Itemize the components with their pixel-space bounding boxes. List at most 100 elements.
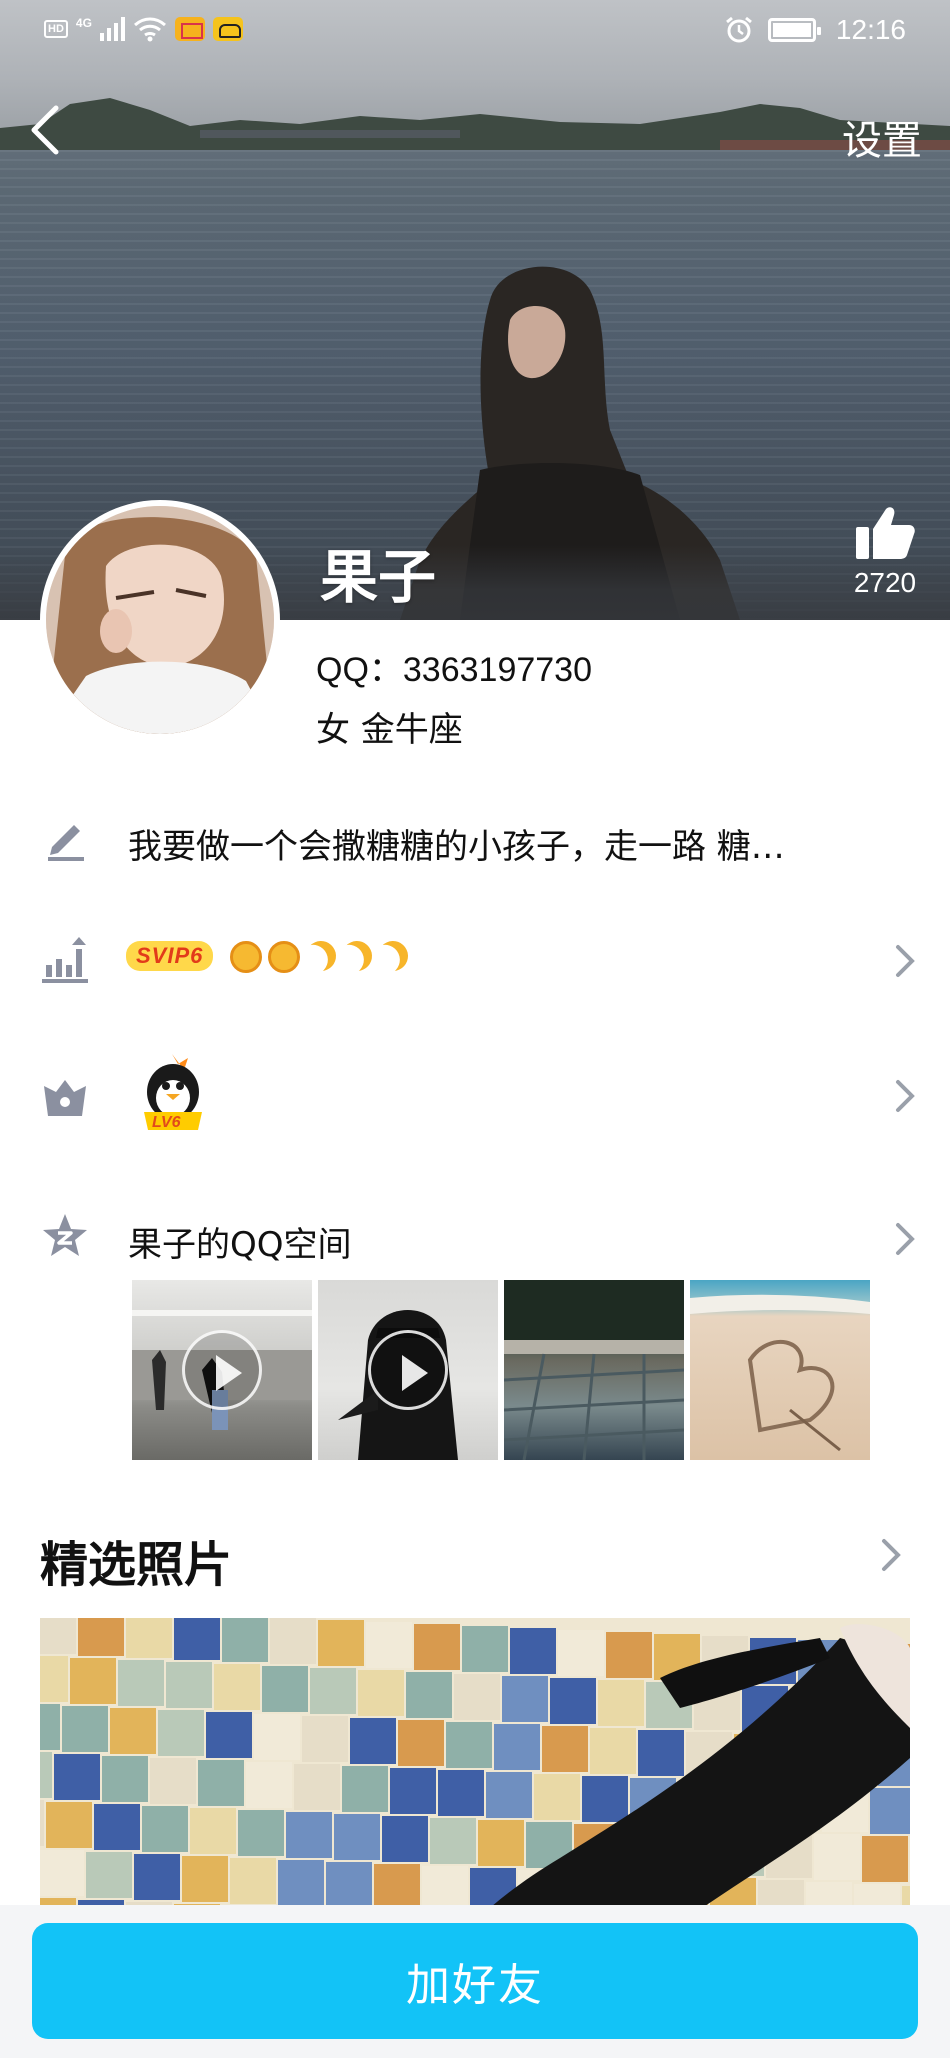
tile	[198, 1760, 244, 1806]
chevron-right-icon	[882, 1539, 901, 1571]
tile	[494, 1724, 540, 1770]
sun-icon	[268, 941, 300, 973]
tile	[550, 1678, 596, 1724]
tile	[430, 1818, 476, 1864]
tile	[190, 1808, 236, 1854]
tile	[222, 1618, 268, 1662]
add-friend-button[interactable]: 加好友	[32, 1923, 918, 2039]
hd-icon: HD	[44, 20, 68, 38]
chevron-right-icon	[896, 1223, 915, 1255]
tile	[94, 1804, 140, 1850]
tile	[438, 1770, 484, 1816]
growth-icon	[42, 937, 88, 983]
avatar[interactable]	[40, 500, 280, 740]
play-icon[interactable]	[182, 1330, 262, 1410]
tile	[86, 1852, 132, 1898]
tile	[870, 1788, 910, 1834]
back-button[interactable]	[22, 100, 72, 160]
tile	[478, 1820, 524, 1866]
tile	[862, 1836, 908, 1882]
tile	[318, 1620, 364, 1666]
tile	[150, 1758, 196, 1804]
tile	[166, 1662, 212, 1708]
tile	[334, 1814, 380, 1860]
battery-icon	[767, 18, 821, 42]
play-icon[interactable]	[368, 1330, 448, 1410]
tile	[238, 1810, 284, 1856]
tile	[102, 1756, 148, 1802]
tile	[182, 1856, 228, 1902]
settings-button[interactable]: 设置	[842, 108, 922, 166]
tile	[40, 1800, 44, 1846]
beach-heart-photo	[690, 1294, 870, 1452]
signature-row[interactable]: 我要做一个会撒糖糖的小孩子，走一路 糖…	[0, 805, 950, 875]
chevron-left-icon	[31, 105, 59, 155]
tile	[78, 1618, 124, 1656]
qzone-thumb-video[interactable]	[132, 1280, 312, 1460]
qzone-row[interactable]: 果子的QQ空间	[0, 1205, 950, 1275]
chevron-right-icon	[896, 1080, 915, 1112]
signature-text: 我要做一个会撒糖糖的小孩子，走一路 糖…	[128, 827, 785, 867]
tile	[54, 1754, 100, 1800]
like-button[interactable]: 2720	[850, 505, 920, 599]
tile	[406, 1672, 452, 1718]
tile	[310, 1668, 356, 1714]
tile	[118, 1660, 164, 1706]
tile	[286, 1812, 332, 1858]
signal-icon	[99, 17, 125, 41]
edit-icon	[48, 825, 84, 861]
tile	[62, 1706, 108, 1752]
qzone-thumb-video[interactable]	[318, 1280, 498, 1460]
wifi-icon	[133, 17, 166, 42]
qzone-thumb-photo[interactable]	[690, 1280, 870, 1460]
status-left: HD 4G	[44, 16, 243, 42]
tile	[374, 1864, 420, 1910]
level-row[interactable]: LV6	[0, 1040, 950, 1150]
qzone-thumbnails	[132, 1280, 870, 1460]
tile	[350, 1718, 396, 1764]
chevron-right-icon	[896, 945, 915, 977]
level-icons	[230, 941, 408, 973]
tile	[40, 1850, 84, 1896]
tile	[40, 1752, 52, 1798]
tile	[40, 1704, 60, 1750]
qzone-thumb-photo[interactable]	[504, 1280, 684, 1460]
tile	[590, 1728, 636, 1774]
cover-hills	[0, 98, 950, 150]
tile	[342, 1766, 388, 1812]
tile	[398, 1720, 444, 1766]
tile	[454, 1674, 500, 1720]
tile	[174, 1618, 220, 1660]
network-type: 4G	[75, 16, 92, 30]
tile	[254, 1714, 300, 1760]
tile	[582, 1776, 628, 1822]
tile	[534, 1774, 580, 1820]
tile	[542, 1726, 588, 1772]
qq-number: QQ：3363197730	[316, 651, 592, 689]
alarm-icon	[725, 16, 752, 43]
tile	[510, 1628, 556, 1674]
tile	[278, 1860, 324, 1906]
tile	[366, 1622, 412, 1668]
moon-icon	[301, 936, 341, 976]
tile	[462, 1626, 508, 1672]
qzone-star-icon	[43, 1214, 87, 1256]
featured-photos-title: 精选照片	[40, 1537, 233, 1593]
tile	[262, 1666, 308, 1712]
vip-row[interactable]: SVIP6	[0, 925, 950, 995]
tile	[446, 1722, 492, 1768]
tile	[40, 1618, 76, 1654]
tile	[246, 1762, 292, 1808]
tile	[326, 1862, 372, 1908]
app-notification-icon	[212, 17, 243, 41]
tile	[598, 1680, 644, 1726]
featured-photos-more[interactable]	[878, 1535, 918, 1575]
mail-notification-icon	[174, 17, 205, 41]
pool-photo	[504, 1280, 684, 1460]
tile	[158, 1710, 204, 1756]
tile	[638, 1730, 684, 1776]
tile	[126, 1618, 172, 1658]
status-right: 12:16	[724, 14, 906, 46]
tile	[294, 1764, 340, 1810]
tile	[558, 1630, 604, 1676]
